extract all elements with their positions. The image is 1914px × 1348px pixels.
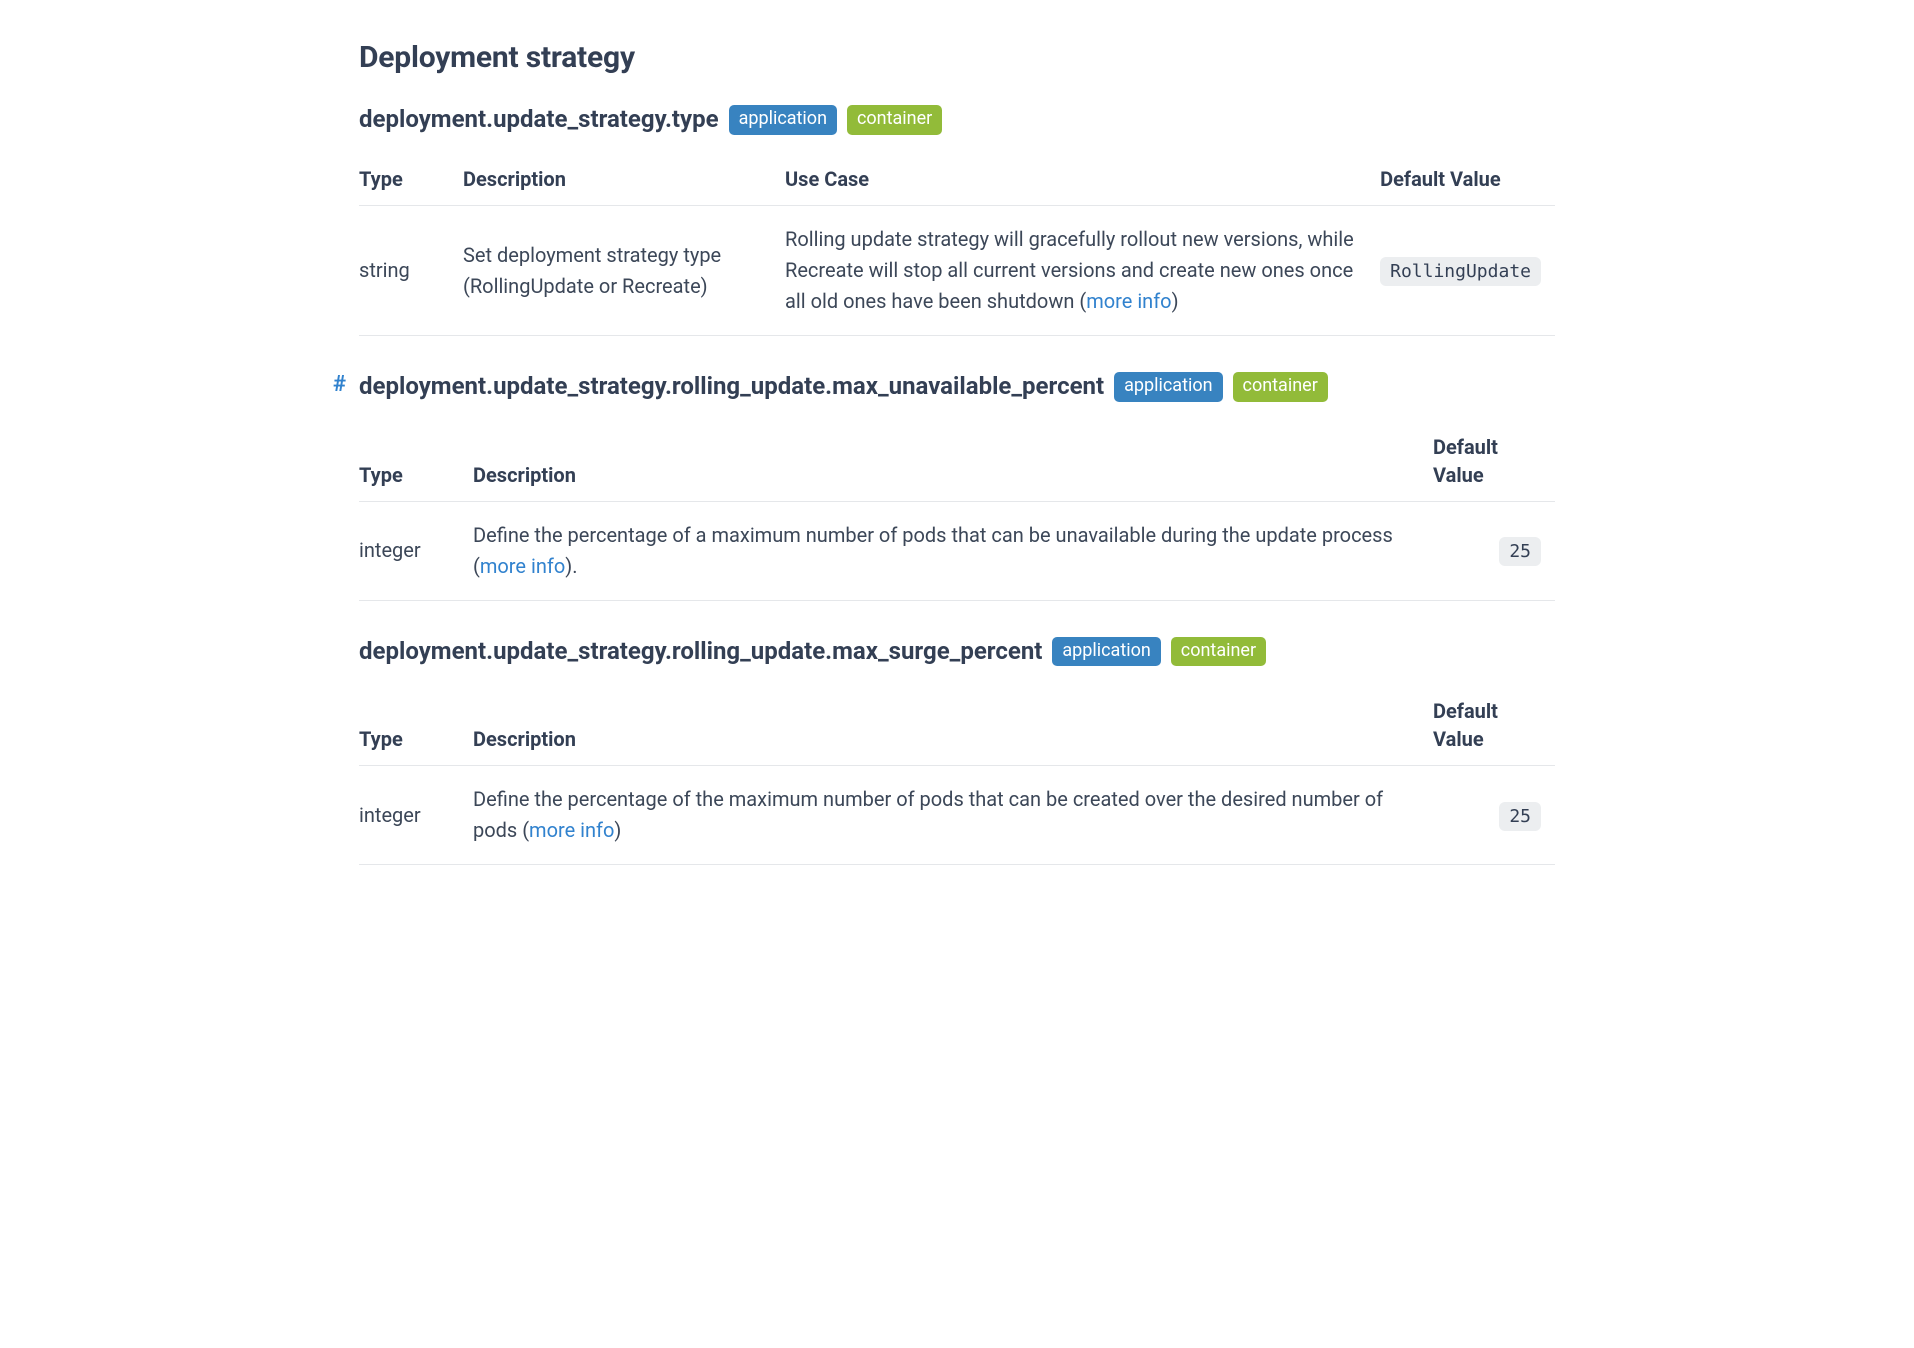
cell-default: 25: [1433, 766, 1555, 865]
table-row: integer Define the percentage of a maxim…: [359, 501, 1555, 600]
more-info-link[interactable]: more info: [480, 554, 565, 578]
col-header-description: Description: [473, 685, 1433, 766]
cell-default: RollingUpdate: [1380, 206, 1555, 336]
cell-type: integer: [359, 501, 473, 600]
badge-container: container: [1171, 637, 1266, 667]
use-case-text-post: ): [1172, 289, 1179, 313]
config-block: deployment.update_strategy.type applicat…: [359, 103, 1555, 336]
table-row: integer Define the percentage of the max…: [359, 766, 1555, 865]
more-info-link[interactable]: more info: [1086, 289, 1171, 313]
description-text-post: ).: [565, 554, 577, 578]
description-text-post: ): [614, 818, 621, 842]
cell-type: integer: [359, 766, 473, 865]
cell-type: string: [359, 206, 463, 336]
config-key: deployment.update_strategy.type: [359, 105, 719, 133]
config-table: Type Description Default Value integer D…: [359, 421, 1555, 601]
col-header-default: Default Value: [1433, 685, 1555, 766]
config-block: deployment.update_strategy.rolling_updat…: [359, 635, 1555, 865]
col-header-description: Description: [473, 421, 1433, 502]
more-info-link[interactable]: more info: [529, 818, 614, 842]
config-heading-row: deployment.update_strategy.rolling_updat…: [359, 370, 1555, 402]
col-header-description: Description: [463, 153, 785, 206]
config-heading-row: deployment.update_strategy.type applicat…: [359, 103, 1555, 135]
default-value-code: RollingUpdate: [1380, 257, 1541, 286]
col-header-type: Type: [359, 685, 473, 766]
col-header-type: Type: [359, 421, 473, 502]
badge-container: container: [847, 105, 942, 135]
col-header-default: Default Value: [1433, 421, 1555, 502]
cell-description: Define the percentage of a maximum numbe…: [473, 501, 1433, 600]
col-header-default: Default Value: [1380, 153, 1555, 206]
config-block: # deployment.update_strategy.rolling_upd…: [359, 370, 1555, 600]
table-row: string Set deployment strategy type (Rol…: [359, 206, 1555, 336]
section-title: Deployment strategy: [359, 40, 1555, 75]
cell-use-case: Rolling update strategy will gracefully …: [785, 206, 1380, 336]
default-value-code: 25: [1499, 802, 1541, 831]
col-header-type: Type: [359, 153, 463, 206]
config-table: Type Description Default Value integer D…: [359, 685, 1555, 865]
anchor-hash-link[interactable]: #: [333, 372, 346, 397]
config-key: deployment.update_strategy.rolling_updat…: [359, 637, 1042, 665]
config-table: Type Description Use Case Default Value …: [359, 153, 1555, 336]
description-text-pre: Define the percentage of a maximum numbe…: [473, 523, 1393, 578]
config-heading-row: deployment.update_strategy.rolling_updat…: [359, 635, 1555, 667]
cell-description: Define the percentage of the maximum num…: [473, 766, 1433, 865]
cell-description: Set deployment strategy type (RollingUpd…: [463, 206, 785, 336]
badge-container: container: [1233, 372, 1328, 402]
badge-application: application: [729, 105, 837, 135]
cell-default: 25: [1433, 501, 1555, 600]
col-header-use-case: Use Case: [785, 153, 1380, 206]
page-root: Deployment strategy deployment.update_st…: [317, 0, 1597, 919]
config-key: deployment.update_strategy.rolling_updat…: [359, 372, 1104, 400]
badge-application: application: [1114, 372, 1222, 402]
badge-application: application: [1052, 637, 1160, 667]
default-value-code: 25: [1499, 537, 1541, 566]
use-case-text-pre: Rolling update strategy will gracefully …: [785, 227, 1354, 313]
